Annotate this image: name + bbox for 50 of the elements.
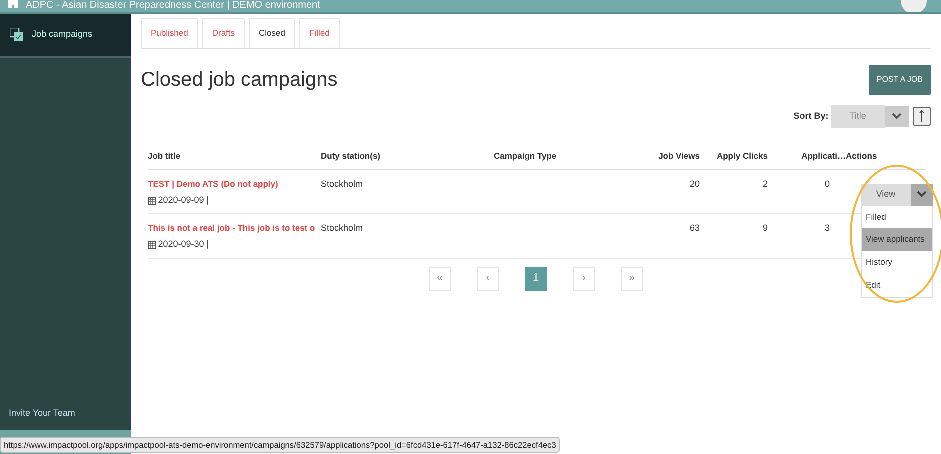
dropdown-button[interactable] xyxy=(885,106,909,128)
chevron-down-icon xyxy=(917,191,927,198)
apply-clicks-cell: 9 xyxy=(716,214,784,258)
post-job-button[interactable]: POST A JOB xyxy=(868,64,931,95)
column-header: Job Views xyxy=(644,144,716,170)
sort-label: Sort By: xyxy=(794,110,829,123)
column-header: Apply Clicks xyxy=(716,144,784,170)
dropdown-toggle-button[interactable] xyxy=(911,184,933,206)
calendar-icon xyxy=(148,196,156,204)
job-title-link[interactable]: This is not a real job - This job is to test o xyxy=(148,222,321,235)
sort-select[interactable]: Title xyxy=(831,104,885,128)
column-header: Applicati… xyxy=(784,144,846,170)
window-title: ADPC - Asian Disaster Preparedness Center | DEMO environment xyxy=(26,0,320,12)
column-header: Campaign Type xyxy=(494,144,644,170)
applications-cell: 3 xyxy=(784,214,846,258)
tab[interactable]: Closed xyxy=(249,18,296,48)
pagination-button[interactable]: « xyxy=(429,266,451,290)
apply-clicks-cell: 2 xyxy=(716,170,784,214)
sort-direction-button[interactable] xyxy=(913,106,931,126)
column-header: Duty station(s) xyxy=(321,144,494,170)
arrow-up-icon xyxy=(919,110,925,122)
pagination-button[interactable]: › xyxy=(573,266,595,290)
tab[interactable]: Drafts xyxy=(202,18,246,48)
duty-station-cell: Stockholm xyxy=(321,214,494,258)
status-bar-url: https://www.impactpool.org/apps/impactpool-ats-demo-environment/campaigns/632579/applications?pool_id=6fcd431e-617f-4647-a132-86c22ecf4ec3 xyxy=(0,436,560,453)
chevron-down-icon xyxy=(892,112,902,120)
checklist-icon xyxy=(10,28,24,42)
tab[interactable]: Published xyxy=(141,18,198,48)
sidebar-item[interactable]: Job campaigns xyxy=(0,14,131,58)
tab[interactable]: Filled xyxy=(299,18,340,48)
invite-link[interactable]: Invite Your Team xyxy=(0,396,131,430)
page-title: Closed job campaigns xyxy=(141,68,338,92)
job-views-cell: 63 xyxy=(644,214,716,258)
pagination-button[interactable]: » xyxy=(621,266,643,290)
menu-item[interactable]: History xyxy=(861,251,933,274)
menu-item[interactable]: Filled xyxy=(861,206,933,228)
job-views-cell: 20 xyxy=(644,170,716,214)
duty-station-cell: Stockholm xyxy=(321,170,494,214)
date-text: 2020-09-30 | xyxy=(158,238,210,251)
job-title-link[interactable]: TEST | Demo ATS (Do not apply) xyxy=(148,178,321,191)
applications-cell: 0 xyxy=(784,170,846,214)
home-icon[interactable] xyxy=(8,0,18,8)
date-text: 2020-09-09 | xyxy=(158,194,210,207)
calendar-icon xyxy=(148,240,156,249)
column-header: Job title xyxy=(148,144,321,170)
pagination-button[interactable]: 1 xyxy=(525,266,547,290)
view-button[interactable]: View xyxy=(861,184,911,206)
menu-item[interactable]: View applicants xyxy=(861,228,933,251)
pagination-button[interactable]: ‹ xyxy=(477,266,499,290)
column-header: Actions xyxy=(846,144,926,170)
